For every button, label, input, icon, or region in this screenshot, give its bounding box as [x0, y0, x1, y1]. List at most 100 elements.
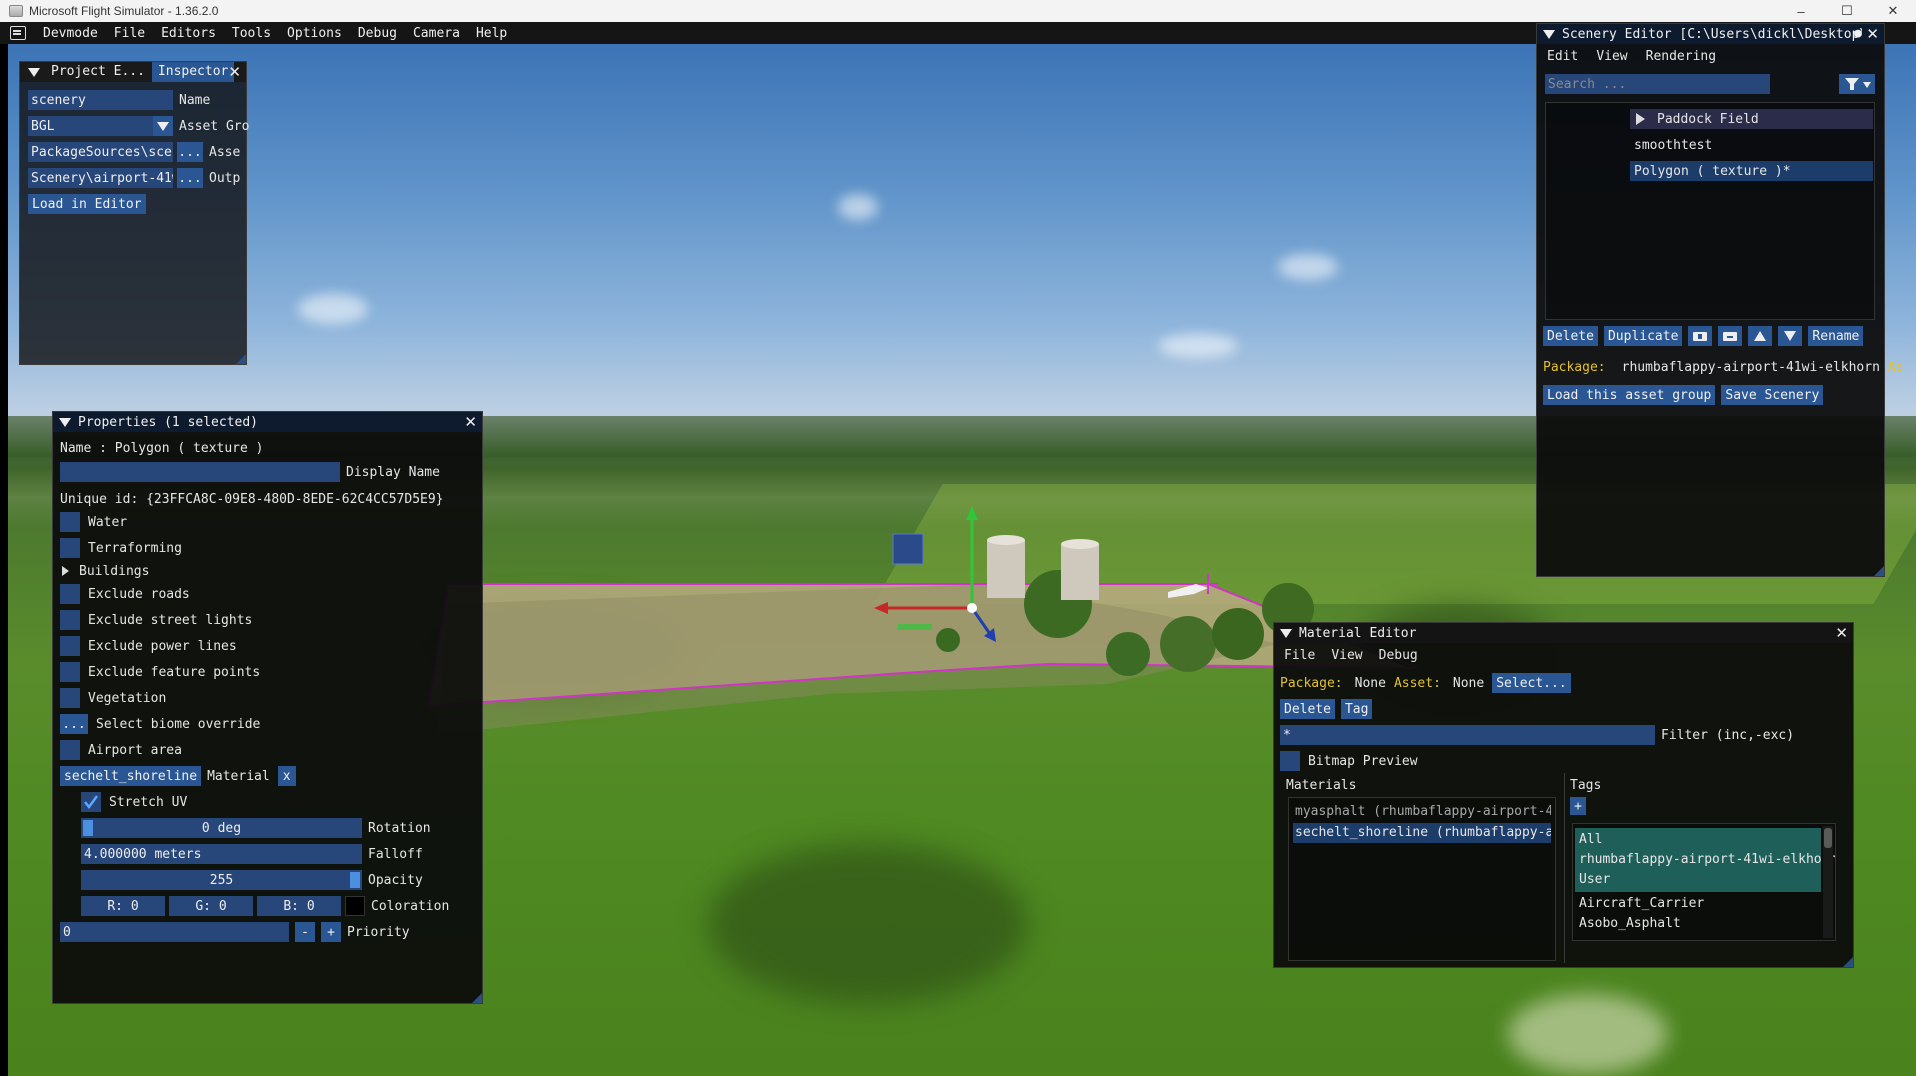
move-up-icon[interactable]	[1748, 326, 1773, 346]
rotation-slider[interactable]: 0 deg	[81, 818, 362, 838]
add-folder-icon[interactable]	[1688, 326, 1713, 346]
asset-dir-input[interactable]: PackageSources\scene	[28, 142, 173, 162]
collapse-icon[interactable]	[1543, 29, 1555, 39]
filter-icon[interactable]	[1839, 74, 1875, 94]
resize-grip[interactable]	[472, 993, 482, 1003]
priority-decrement-button[interactable]: -	[295, 922, 315, 942]
select-biome-button[interactable]: ...	[60, 714, 88, 734]
add-tag-button[interactable]: +	[1570, 797, 1586, 815]
chevron-right-icon[interactable]	[1636, 113, 1645, 125]
output-input[interactable]: Scenery\airport-41wi	[28, 168, 173, 188]
chevron-right-icon[interactable]	[62, 566, 69, 576]
load-in-editor-button[interactable]: Load in Editor	[28, 194, 146, 214]
menu-file[interactable]: File	[106, 26, 153, 41]
delete-button[interactable]: Delete	[1543, 326, 1598, 346]
scenery-search-input[interactable]: Search ...	[1545, 74, 1770, 94]
menu-tools[interactable]: Tools	[224, 26, 279, 41]
vegetation-checkbox[interactable]	[60, 688, 80, 708]
display-name-input[interactable]	[60, 462, 340, 482]
tab-inspector[interactable]: Inspector	[151, 62, 235, 82]
color-r-input[interactable]: R: 0	[81, 896, 165, 916]
material-item-selected[interactable]: sechelt_shoreline (rhumbaflappy-air	[1293, 823, 1551, 843]
close-icon[interactable]: ✕	[1835, 623, 1848, 643]
opacity-slider[interactable]: 255	[81, 870, 362, 890]
browse-output-button[interactable]: ...	[177, 168, 203, 188]
material-item[interactable]: myasphalt (rhumbaflappy-airport-41w	[1293, 802, 1551, 822]
rename-button[interactable]: Rename	[1808, 326, 1864, 346]
material-menu-view[interactable]: View	[1331, 648, 1362, 663]
slider-grab[interactable]	[350, 872, 360, 888]
menu-editors[interactable]: Editors	[153, 26, 224, 41]
gizmo-y-arrow[interactable]	[966, 506, 978, 520]
remove-folder-icon[interactable]	[1718, 326, 1743, 346]
exclude-street-lights-checkbox[interactable]	[60, 610, 80, 630]
scenery-menu-edit[interactable]: Edit	[1547, 49, 1578, 64]
name-input[interactable]: scenery	[28, 90, 173, 110]
water-checkbox[interactable]	[60, 512, 80, 532]
airport-area-checkbox[interactable]	[60, 740, 80, 760]
tag-button[interactable]: Tag	[1340, 699, 1373, 719]
tree-node-polygon[interactable]: Polygon ( texture )*	[1630, 161, 1873, 181]
buildings-tree-node[interactable]: Buildings	[79, 564, 149, 579]
menu-camera[interactable]: Camera	[405, 26, 468, 41]
tree-node-smoothtest[interactable]: smoothtest	[1630, 135, 1712, 155]
menu-help[interactable]: Help	[468, 26, 515, 41]
splitter[interactable]	[1564, 773, 1565, 963]
gizmo-plane-handle[interactable]	[892, 533, 924, 565]
minimize-icon[interactable]: –	[1778, 0, 1824, 22]
filter-input[interactable]: *	[1280, 725, 1655, 745]
browse-asset-dir-button[interactable]: ...	[177, 142, 203, 162]
collapse-icon[interactable]	[28, 67, 40, 77]
asset-group-select[interactable]: BGL	[28, 116, 153, 136]
color-b-input[interactable]: B: 0	[257, 896, 341, 916]
clear-material-button[interactable]: x	[277, 766, 296, 786]
color-g-input[interactable]: G: 0	[169, 896, 253, 916]
tree-node-paddock-field[interactable]: Paddock Field	[1630, 109, 1873, 129]
exclude-roads-checkbox[interactable]	[60, 584, 80, 604]
collapse-icon[interactable]	[59, 417, 71, 427]
menu-options[interactable]: Options	[279, 26, 350, 41]
stretch-uv-checkbox[interactable]	[81, 792, 101, 812]
maximize-icon[interactable]: ☐	[1824, 0, 1870, 22]
terraforming-checkbox[interactable]	[60, 538, 80, 558]
resize-grip[interactable]	[1874, 566, 1884, 576]
color-swatch[interactable]	[345, 896, 365, 916]
close-window-icon[interactable]: ✕	[1870, 0, 1916, 22]
material-button[interactable]: sechelt_shoreline	[60, 766, 202, 786]
priority-input[interactable]: 0	[60, 922, 289, 942]
exclude-power-lines-checkbox[interactable]	[60, 636, 80, 656]
tag-item[interactable]: User	[1579, 870, 1610, 890]
bitmap-preview-checkbox[interactable]	[1280, 751, 1300, 771]
menu-debug[interactable]: Debug	[350, 26, 405, 41]
delete-material-button[interactable]: Delete	[1280, 699, 1335, 719]
close-icon[interactable]: ✕	[1866, 24, 1879, 44]
gizmo-plane-marker[interactable]	[898, 624, 932, 630]
tag-item[interactable]: Asobo_Asphalt	[1579, 914, 1681, 934]
save-scenery-button[interactable]: Save Scenery	[1721, 385, 1824, 405]
collapse-icon[interactable]	[1280, 628, 1292, 638]
tags-scrollbar[interactable]	[1823, 826, 1833, 938]
chevron-down-icon[interactable]	[153, 116, 173, 136]
menu-devmode[interactable]: Devmode	[35, 26, 106, 41]
priority-increment-button[interactable]: +	[321, 922, 341, 942]
duplicate-button[interactable]: Duplicate	[1603, 326, 1683, 346]
resize-grip[interactable]	[236, 354, 246, 364]
close-icon[interactable]: ✕	[228, 62, 241, 82]
scrollbar-thumb[interactable]	[1824, 828, 1832, 848]
exclude-feature-points-checkbox[interactable]	[60, 662, 80, 682]
material-menu-file[interactable]: File	[1284, 648, 1315, 663]
material-menu-debug[interactable]: Debug	[1379, 648, 1418, 663]
tag-item[interactable]: All	[1579, 830, 1602, 850]
tab-project-editor[interactable]: Project E...	[47, 62, 149, 82]
close-icon[interactable]: ✕	[464, 412, 477, 432]
tag-item[interactable]: Aircraft_Carrier	[1579, 894, 1704, 914]
tag-item[interactable]: rhumbaflappy-airport-41wi-elkhorn	[1579, 850, 1835, 870]
falloff-input[interactable]: 4.000000 meters	[81, 844, 362, 864]
scenery-menu-rendering[interactable]: Rendering	[1646, 49, 1716, 64]
gizmo-center[interactable]	[967, 603, 977, 613]
scenery-menu-view[interactable]: View	[1596, 49, 1627, 64]
move-down-icon[interactable]	[1778, 326, 1803, 346]
load-asset-group-button[interactable]: Load this asset group	[1543, 385, 1716, 405]
resize-grip[interactable]	[1843, 957, 1853, 967]
slider-grab[interactable]	[83, 820, 93, 836]
